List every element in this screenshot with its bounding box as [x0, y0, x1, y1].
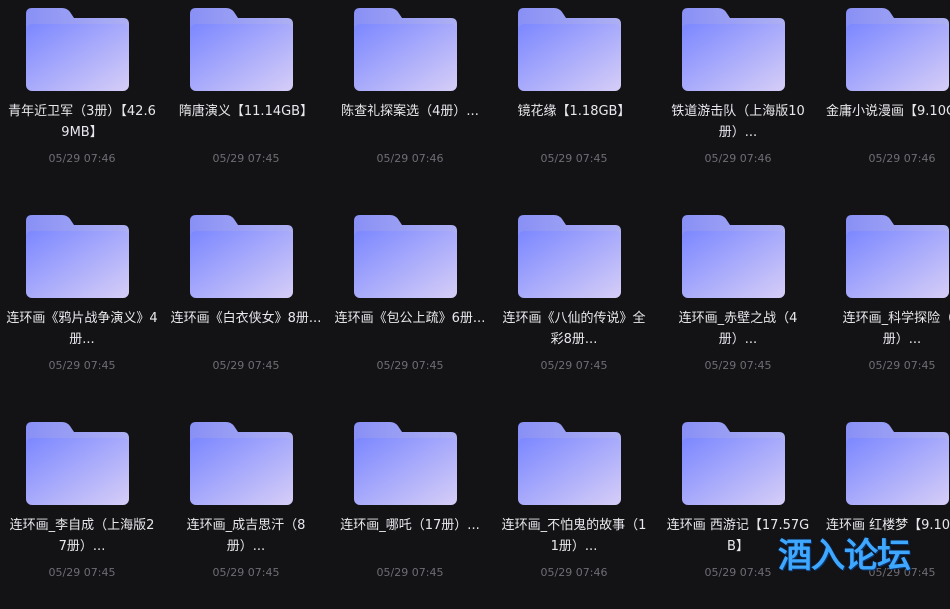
folder-date: 05/29 07:45 — [376, 566, 444, 579]
watermark-logo: 酒入论坛 — [778, 536, 911, 576]
folder-date: 05/29 07:45 — [704, 359, 772, 372]
folder-name: 连环画《白衣侠女》8册... — [170, 311, 322, 326]
folder-date: 05/29 07:46 — [48, 152, 116, 165]
folder-item[interactable]: 连环画 西游记【17.57GB】 05/29 07:45 — [656, 414, 820, 609]
folder-date: 05/29 07:45 — [540, 359, 608, 372]
folder-name: 隋唐演义【11.14GB】 — [178, 104, 314, 119]
folder-name: 连环画_赤壁之战（4册）... — [678, 311, 798, 347]
folder-icon — [518, 8, 621, 91]
folder-item[interactable]: 连环画_李自成（上海版27册）... 05/29 07:45 — [0, 414, 164, 609]
folder-icon — [26, 422, 129, 505]
folder-icon — [682, 8, 785, 91]
folder-name: 连环画《八仙的传说》全彩8册... — [502, 311, 646, 347]
folder-item[interactable]: 连环画 红楼梦【9.10GB】 05/29 07:45 — [820, 414, 950, 609]
folder-name: 连环画_哪吒（17册）... — [340, 518, 480, 533]
folder-icon — [26, 215, 129, 298]
folder-date: 05/29 07:45 — [212, 152, 280, 165]
folder-name: 连环画《鸦片战争演义》4册... — [6, 311, 158, 347]
folder-date: 05/29 07:46 — [376, 152, 444, 165]
folder-item[interactable]: 连环画_成吉思汗（8册）... 05/29 07:45 — [164, 414, 328, 609]
folder-name: 陈查礼探案选（4册）... — [341, 104, 479, 119]
folder-icon — [26, 8, 129, 91]
folder-date: 05/29 07:46 — [868, 152, 936, 165]
folder-item[interactable]: 连环画_哪吒（17册）... 05/29 07:45 — [328, 414, 492, 609]
folder-item[interactable]: 连环画_不怕鬼的故事（11册）... 05/29 07:46 — [492, 414, 656, 609]
folder-name: 铁道游击队（上海版10册）... — [671, 104, 805, 140]
folder-item[interactable]: 连环画《鸦片战争演义》4册... 05/29 07:45 — [0, 207, 164, 402]
folder-icon — [682, 422, 785, 505]
folder-item[interactable]: 青年近卫军（3册）【42.69MB】 05/29 07:46 — [0, 0, 164, 195]
folder-icon — [354, 215, 457, 298]
folder-date: 05/29 07:46 — [540, 566, 608, 579]
folder-icon — [846, 422, 949, 505]
folder-icon — [846, 8, 949, 91]
folder-icon — [190, 215, 293, 298]
folder-date: 05/29 07:45 — [48, 566, 116, 579]
folder-item[interactable]: 连环画《包公上疏》6册... 05/29 07:45 — [328, 207, 492, 402]
folder-name: 青年近卫军（3册）【42.69MB】 — [8, 104, 156, 140]
folder-item[interactable]: 连环画《白衣侠女》8册... 05/29 07:45 — [164, 207, 328, 402]
folder-icon — [190, 422, 293, 505]
folder-icon — [518, 215, 621, 298]
folder-date: 05/29 07:46 — [704, 152, 772, 165]
folder-date: 05/29 07:45 — [540, 152, 608, 165]
folder-date: 05/29 07:45 — [376, 359, 444, 372]
folder-name: 连环画《包公上疏》6册... — [334, 311, 486, 326]
folder-item[interactable]: 陈查礼探案选（4册）... 05/29 07:46 — [328, 0, 492, 195]
folder-name: 连环画_科学探险（5册）... — [842, 311, 950, 347]
folder-name: 连环画_成吉思汗（8册）... — [186, 518, 306, 554]
folder-name: 镜花缘【1.18GB】 — [517, 104, 631, 119]
folder-icon — [846, 215, 949, 298]
folder-item[interactable]: 连环画_赤壁之战（4册）... 05/29 07:45 — [656, 207, 820, 402]
folder-icon — [518, 422, 621, 505]
folder-icon — [682, 215, 785, 298]
folder-name: 金庸小说漫画【9.10GB】 — [826, 104, 950, 119]
folder-icon — [190, 8, 293, 91]
folder-date: 05/29 07:45 — [868, 359, 936, 372]
folder-item[interactable]: 连环画《八仙的传说》全彩8册... 05/29 07:45 — [492, 207, 656, 402]
folder-name: 连环画_不怕鬼的故事（11册）... — [501, 518, 647, 554]
folder-icon — [354, 422, 457, 505]
folder-date: 05/29 07:45 — [212, 359, 280, 372]
folder-item[interactable]: 铁道游击队（上海版10册）... 05/29 07:46 — [656, 0, 820, 195]
folder-item[interactable]: 金庸小说漫画【9.10GB】 05/29 07:46 — [820, 0, 950, 195]
folder-item[interactable]: 连环画_科学探险（5册）... 05/29 07:45 — [820, 207, 950, 402]
folder-date: 05/29 07:45 — [48, 359, 116, 372]
file-grid: 青年近卫军（3册）【42.69MB】 05/29 07:46 隋唐演义【11.1… — [0, 0, 950, 591]
folder-item[interactable]: 隋唐演义【11.14GB】 05/29 07:45 — [164, 0, 328, 195]
folder-name: 连环画_李自成（上海版27册）... — [9, 518, 155, 554]
folder-date: 05/29 07:45 — [212, 566, 280, 579]
folder-icon — [354, 8, 457, 91]
folder-item[interactable]: 镜花缘【1.18GB】 05/29 07:45 — [492, 0, 656, 195]
